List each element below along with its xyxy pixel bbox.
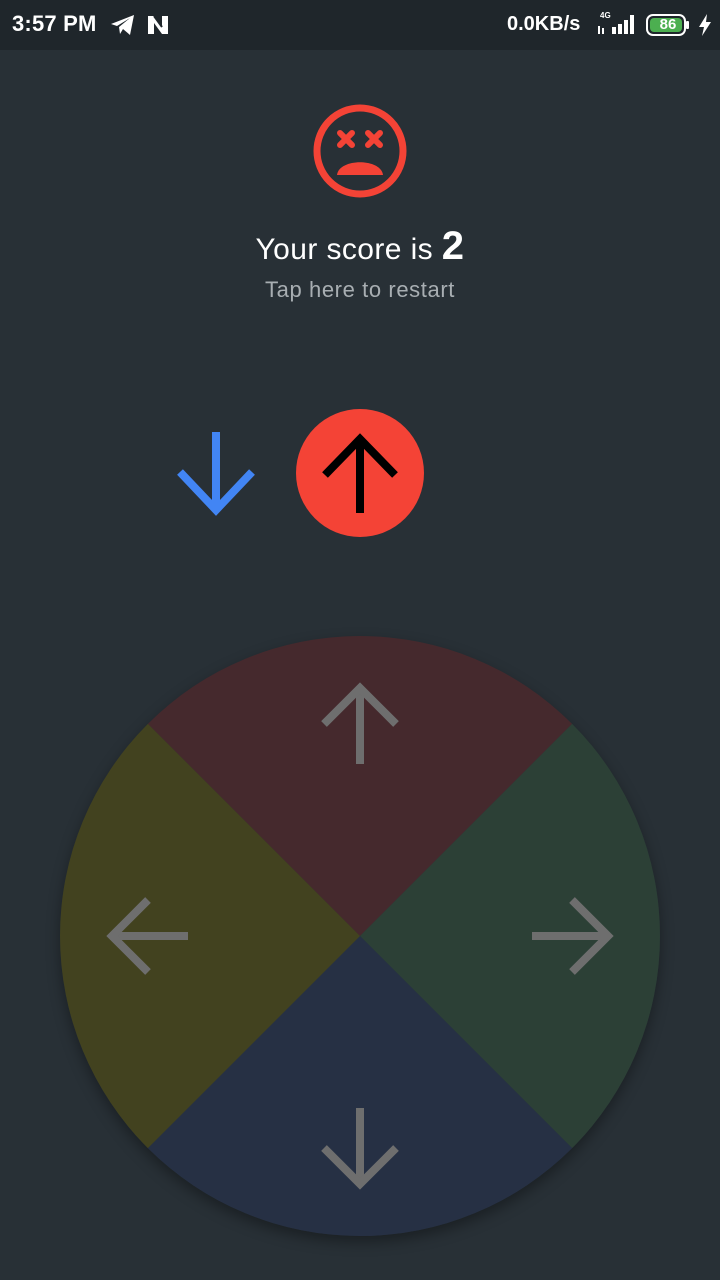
- direction-pad: [60, 636, 660, 1236]
- dizzy-face-icon: [313, 104, 407, 198]
- telegram-icon: [111, 15, 134, 35]
- game-screen: 3:57 PM 0.0KB/s 4G 86 Your score is 2 Ta…: [0, 0, 720, 1280]
- signal-icon: [598, 15, 634, 34]
- status-bar: 3:57 PM 0.0KB/s 4G 86: [0, 0, 720, 50]
- score-text: Your score is 2: [0, 224, 720, 269]
- next-arrow-down-icon: [177, 432, 255, 516]
- score-value: 2: [441, 224, 465, 268]
- current-arrow-up-icon: [322, 433, 398, 513]
- n-notification-icon: [148, 15, 168, 34]
- network-speed: 0.0KB/s: [507, 13, 581, 35]
- current-arrow: [296, 409, 424, 537]
- status-time: 3:57 PM: [12, 11, 97, 36]
- direction-pad-wheel: [60, 636, 660, 1236]
- battery-level: 86: [659, 16, 677, 33]
- restart-button[interactable]: Tap here to restart: [0, 277, 720, 303]
- score-prefix: Your score is: [255, 233, 434, 266]
- charging-icon: [699, 14, 711, 36]
